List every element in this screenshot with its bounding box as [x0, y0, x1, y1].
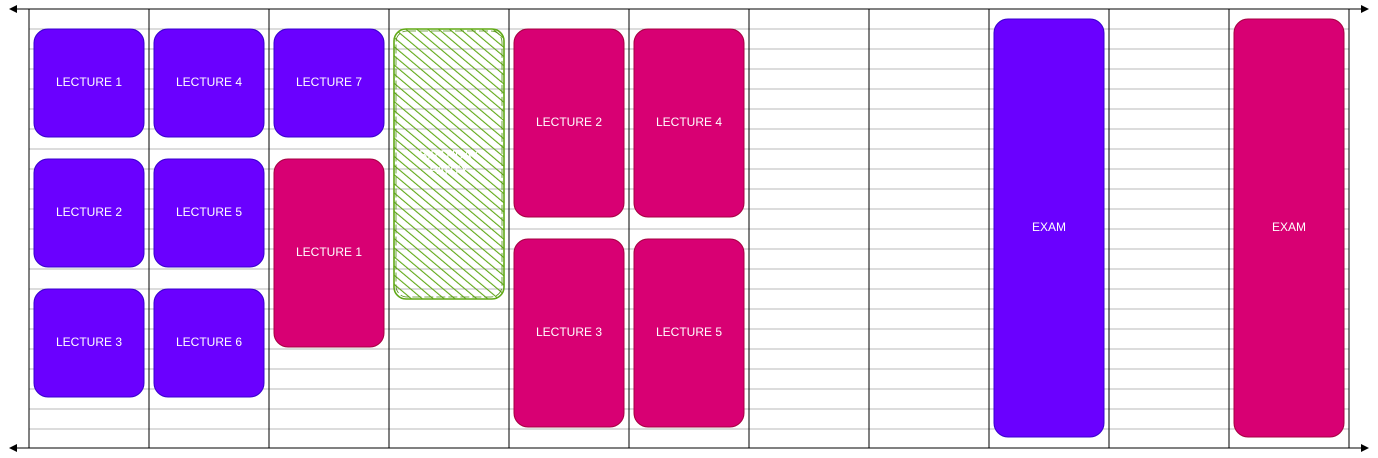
block-label: LECTURE 5 — [176, 205, 242, 219]
block-w5-lecture-2[interactable]: LECTURE 2 — [513, 28, 625, 218]
block-label: LECTURE 1 — [296, 245, 362, 259]
schedule-diagram: LECTURE 1 LECTURE 2 LECTURE 3 LECTURE 4 … — [9, 5, 1369, 452]
block-w4-birthday-party[interactable]: BIRTHDAY PARTY — [393, 28, 505, 300]
block-label: LECTURE 3 — [56, 335, 122, 349]
block-w2-lecture-6[interactable]: LECTURE 6 — [153, 288, 265, 398]
block-w11-exam[interactable]: EXAM — [1233, 18, 1345, 438]
block-label: LECTURE 5 — [656, 325, 722, 339]
block-label: LECTURE 4 — [176, 75, 242, 89]
block-label: LECTURE 3 — [536, 325, 602, 339]
block-w3-lecture-7[interactable]: LECTURE 7 — [273, 28, 385, 138]
block-w5-lecture-3[interactable]: LECTURE 3 — [513, 238, 625, 428]
block-w3-lecture-1[interactable]: LECTURE 1 — [273, 158, 385, 348]
block-label: EXAM — [1032, 220, 1066, 234]
top-timeline-arrow — [9, 5, 1369, 13]
block-label: LECTURE 6 — [176, 335, 242, 349]
bottom-timeline-arrow — [9, 444, 1369, 452]
block-w2-lecture-5[interactable]: LECTURE 5 — [153, 158, 265, 268]
block-label: LECTURE 1 — [56, 75, 122, 89]
block-w1-lecture-2[interactable]: LECTURE 2 — [33, 158, 145, 268]
block-w6-lecture-4[interactable]: LECTURE 4 — [633, 28, 745, 218]
block-w6-lecture-5[interactable]: LECTURE 5 — [633, 238, 745, 428]
block-w9-exam[interactable]: EXAM — [993, 18, 1105, 438]
block-label: LECTURE 7 — [296, 75, 362, 89]
block-w1-lecture-1[interactable]: LECTURE 1 — [33, 28, 145, 138]
block-label: LECTURE 2 — [536, 115, 602, 129]
block-label: EXAM — [1272, 220, 1306, 234]
block-label: LECTURE 2 — [56, 205, 122, 219]
block-w2-lecture-4[interactable]: LECTURE 4 — [153, 28, 265, 138]
block-w1-lecture-3[interactable]: LECTURE 3 — [33, 288, 145, 398]
block-label-line-1: BIRTHDAY — [419, 148, 479, 162]
block-label-line-2: PARTY — [430, 163, 469, 177]
block-label: LECTURE 4 — [656, 115, 722, 129]
